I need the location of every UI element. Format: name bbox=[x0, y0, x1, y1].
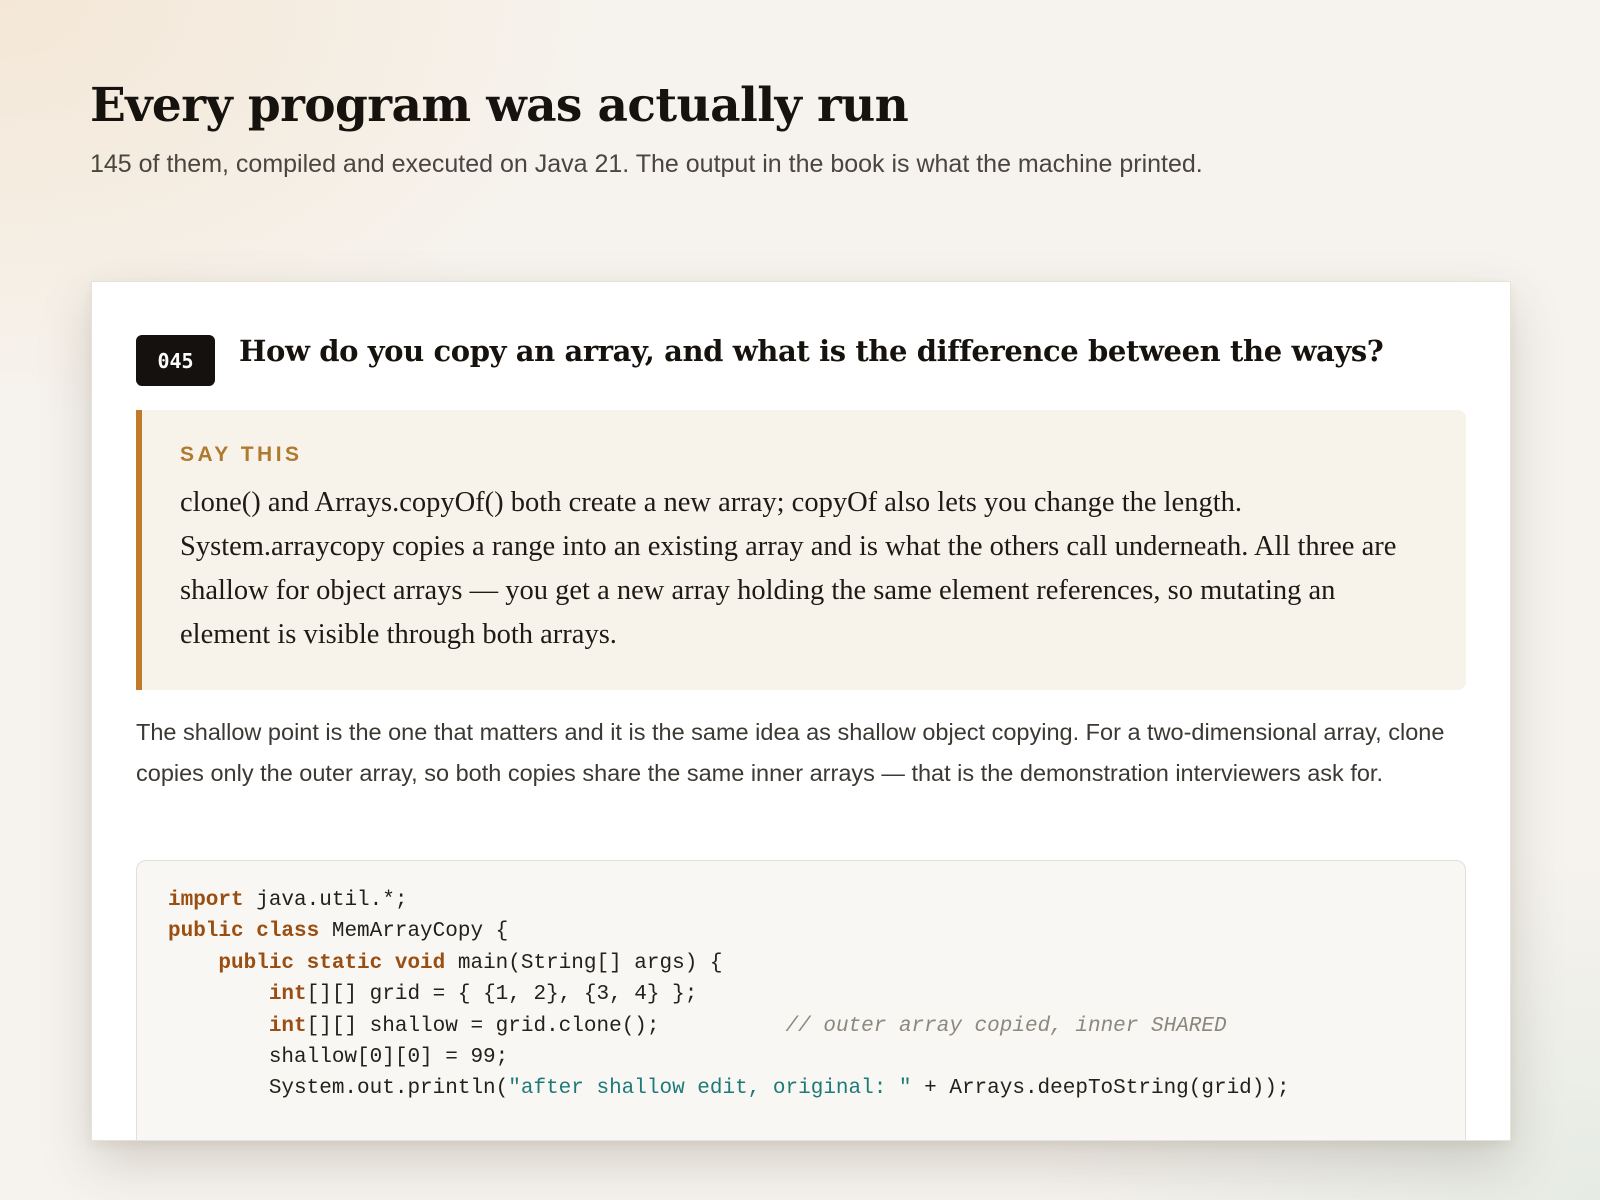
say-this-text: clone() and Arrays.copyOf() both create … bbox=[180, 487, 1397, 650]
code-text: shallow[0][0] = 99; bbox=[168, 1046, 509, 1070]
code-block: import java.util.*; public class MemArray… bbox=[136, 860, 1466, 1140]
code-line: int[][] grid = { {1, 2}, {3, 4} }; bbox=[168, 979, 1434, 1010]
code-text: [][] shallow = grid.clone(); bbox=[306, 1014, 786, 1038]
code-keyword: public static void bbox=[218, 951, 446, 975]
code-text: java.util.*; bbox=[243, 889, 408, 912]
code-keyword: public class bbox=[168, 920, 320, 944]
code-text: [][] grid = { {1, 2}, {3, 4} }; bbox=[306, 983, 698, 1007]
code-string: "after shallow edit, original: " bbox=[508, 1077, 912, 1101]
code-line: import java.util.*; bbox=[168, 885, 1434, 916]
say-this-callout: SAY THIS clone() and Arrays.copyOf() bot… bbox=[136, 410, 1466, 690]
question-card: 045 How do you copy an array, and what i… bbox=[91, 281, 1511, 1141]
code-keyword: int bbox=[268, 983, 307, 1007]
code-line: shallow[0][0] = 99; bbox=[168, 1042, 1434, 1073]
code-text: main(String[] args) { bbox=[445, 951, 723, 975]
code-text: MemArrayCopy { bbox=[319, 920, 509, 944]
page-subtitle: 145 of them, compiled and executed on Ja… bbox=[90, 150, 1203, 178]
page-title: Every program was actually run bbox=[90, 78, 909, 133]
code-text: + Arrays.deepToString(grid)); bbox=[911, 1077, 1290, 1101]
code-line: public class MemArrayCopy { bbox=[168, 916, 1434, 947]
code-keyword: int bbox=[268, 1014, 307, 1038]
code-line: System.out.println("after shallow edit, … bbox=[168, 1073, 1434, 1104]
question-number-badge: 045 bbox=[136, 335, 215, 386]
code-line: int[][] shallow = grid.clone(); // outer… bbox=[168, 1011, 1434, 1042]
code-line: public static void main(String[] args) { bbox=[168, 948, 1434, 979]
say-this-label: SAY THIS bbox=[180, 443, 303, 466]
code-text: System.out.println( bbox=[168, 1077, 509, 1101]
explanation-paragraph: The shallow point is the one that matter… bbox=[136, 719, 1445, 786]
question-title: How do you copy an array, and what is th… bbox=[239, 334, 1384, 368]
code-keyword: import bbox=[168, 889, 244, 912]
code-comment: // outer array copied, inner SHARED bbox=[785, 1014, 1227, 1038]
